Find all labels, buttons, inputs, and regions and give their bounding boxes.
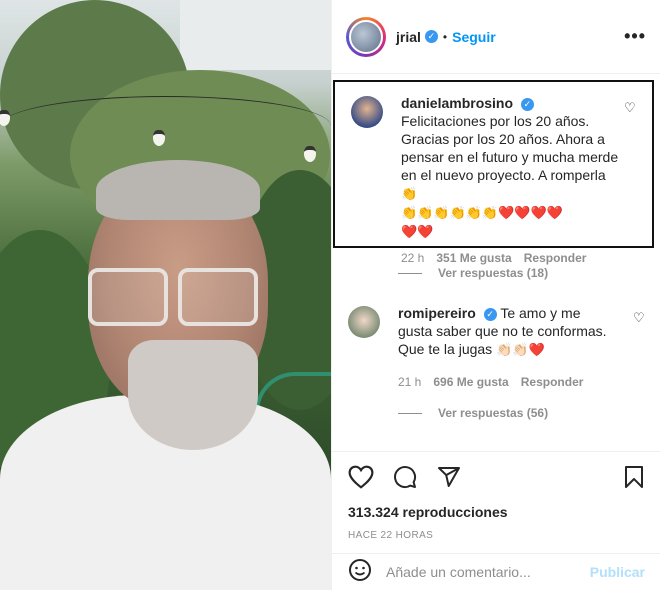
verified-icon: ✓ [424,30,438,43]
comment-like-heart-icon[interactable]: ♡ [624,100,636,241]
clap-emoji-row: 👏👏👏👏👏👏 [401,205,499,220]
comment-text-block: danielambrosino ✓ Felicitaciones por los… [401,94,619,241]
comment-like-heart-icon[interactable]: ♡ [633,310,645,359]
reply-button[interactable]: Responder [521,375,584,389]
hair [96,160,260,220]
glasses-left-lens [88,268,168,326]
heart-emoji-row: ❤️❤️❤️❤️ [498,205,563,220]
commenter-username[interactable]: romipereiro [398,305,476,321]
beard [128,340,258,450]
clap-emoji-icon: 👏 [401,186,418,201]
share-icon[interactable] [436,465,462,489]
views-count[interactable]: 313.324 reproducciones [348,504,645,520]
comment-text: Felicitaciones por los 20 años. Gracias … [401,113,619,183]
comment-likes-count[interactable]: 351 Me gusta [436,251,511,265]
commenter-avatar[interactable] [351,96,383,128]
post-actions: 313.324 reproducciones HACE 22 HORAS [332,451,660,541]
reply-button[interactable]: Responder [524,251,587,265]
comment-time[interactable]: 22 h [401,251,424,265]
comment-text-block: romipereiro ✓ Te amo y me gusta saber qu… [398,304,616,359]
heart-icon[interactable] [348,465,374,489]
comment-composer: Publicar [332,553,660,590]
post-header: jrial ✓ • Seguir ••• [332,0,660,74]
light-bulb-icon [304,146,316,162]
comment-icon[interactable] [392,465,418,489]
sky [180,0,331,70]
bookmark-icon[interactable] [623,465,645,489]
replies-divider-line [398,412,422,414]
comment-meta: 21 h 696 Me gusta Responder [398,375,645,389]
clap-emoji-row: 👏🏻👏🏻 [496,342,529,357]
commenter-username[interactable]: danielambrosino [401,95,513,111]
view-replies-button[interactable]: Ver respuestas (56) [398,406,548,420]
comment-time[interactable]: 21 h [398,375,421,389]
glasses-right-lens [178,268,258,326]
comment-item: romipereiro ✓ Te amo y me gusta saber qu… [332,304,660,389]
string-lights-wire [0,96,331,156]
more-options-icon[interactable]: ••• [624,26,646,47]
post-side-panel: jrial ✓ • Seguir ••• danielambrosino ✓ F… [331,0,660,590]
light-bulb-icon [153,130,165,146]
comment-meta: 22 h 351 Me gusta Responder [401,251,636,265]
comment-input[interactable] [386,564,586,580]
heart-emoji-icon: ❤️ [528,342,545,357]
avatar-image [349,19,383,54]
comment-item: danielambrosino ✓ Felicitaciones por los… [333,80,654,265]
verified-icon: ✓ [520,97,534,111]
replies-divider-line [398,272,422,274]
commenter-avatar[interactable] [348,306,380,338]
publish-button[interactable]: Publicar [590,564,645,580]
view-replies-label: Ver respuestas (56) [438,406,549,420]
view-replies-button[interactable]: Ver respuestas (18) [398,266,548,280]
author-username[interactable]: jrial [396,29,421,45]
follow-button[interactable]: Seguir [452,29,496,45]
verified-icon: ✓ [483,307,497,321]
action-icons-row [348,464,645,490]
emoji-icon[interactable] [348,558,372,587]
heart-emoji-row: ❤️❤️ [401,224,434,239]
post-time-ago[interactable]: HACE 22 HORAS [348,530,645,541]
view-replies-label: Ver respuestas (18) [438,266,549,280]
post-media[interactable] [0,0,331,590]
separator-dot: • [442,29,448,44]
comment-likes-count[interactable]: 696 Me gusta [433,375,508,389]
author-avatar[interactable] [346,16,386,57]
